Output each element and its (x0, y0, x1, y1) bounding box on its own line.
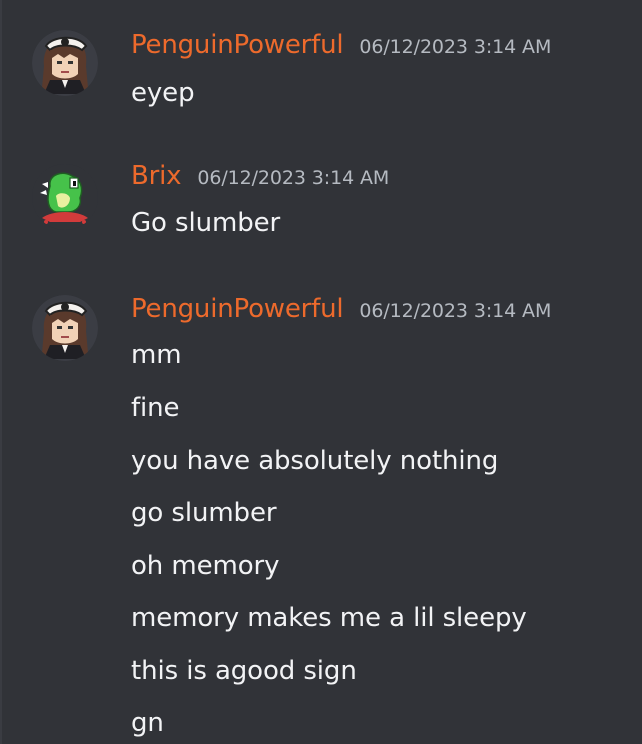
timestamp[interactable]: 06/12/2023 3:14 AM (197, 167, 389, 189)
message-text: mm (131, 340, 182, 370)
brix-avatar-icon[interactable] (32, 164, 98, 230)
message-text: gn (131, 708, 164, 738)
penguinpowerful-avatar-icon[interactable] (32, 30, 98, 96)
message-header: Brix 06/12/2023 3:14 AM (131, 161, 389, 197)
username[interactable]: PenguinPowerful (131, 30, 344, 60)
timestamp[interactable]: 06/12/2023 3:14 AM (359, 300, 551, 322)
username[interactable]: Brix (131, 161, 182, 191)
message-text: oh memory (131, 551, 280, 581)
penguinpowerful-avatar-icon[interactable] (32, 295, 98, 361)
message-text: memory makes me a lil sleepy (131, 603, 527, 633)
message-text: fine (131, 393, 180, 423)
message-header: PenguinPowerful 06/12/2023 3:14 AM (131, 30, 551, 66)
message-text: this is agood sign (131, 656, 357, 686)
message-text: go slumber (131, 498, 277, 528)
message-text: Go slumber (131, 208, 281, 238)
chat-left-edge (0, 0, 2, 744)
timestamp[interactable]: 06/12/2023 3:14 AM (359, 36, 551, 58)
username[interactable]: PenguinPowerful (131, 294, 344, 324)
message-text: you have absolutely nothing (131, 446, 499, 476)
message-text: eyep (131, 78, 195, 108)
message-header: PenguinPowerful 06/12/2023 3:14 AM (131, 294, 551, 330)
